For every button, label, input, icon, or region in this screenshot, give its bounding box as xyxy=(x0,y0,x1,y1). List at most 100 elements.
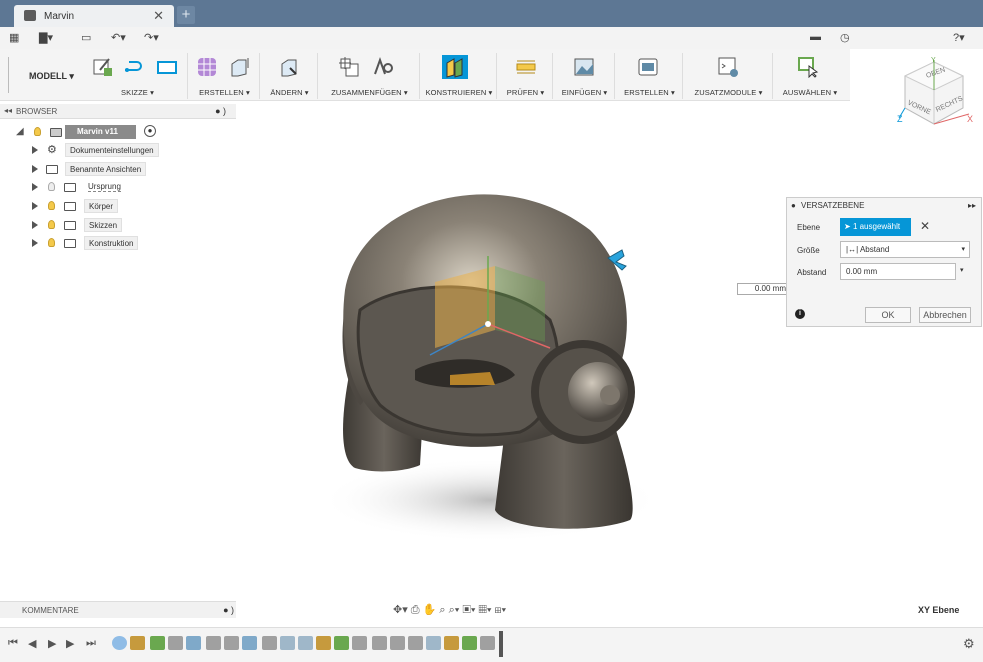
timeline-fillet-icon[interactable] xyxy=(426,636,441,650)
tree-root[interactable]: ◢ Marvin v11 ● xyxy=(14,125,234,141)
distance-value-input[interactable]: 0.00 mm xyxy=(737,283,789,295)
timeline-extrude-icon[interactable] xyxy=(480,636,495,650)
press-pull-icon[interactable] xyxy=(278,56,300,78)
new-component-icon[interactable] xyxy=(338,56,360,78)
timeline-fillet-icon[interactable] xyxy=(280,636,295,650)
root-component-label[interactable]: Marvin v11 xyxy=(65,125,136,139)
dialog-expand-icon[interactable]: ▸▸ xyxy=(968,201,976,210)
tree-item-construction[interactable]: Konstruktion xyxy=(30,236,230,252)
tree-item-origin[interactable]: Ursprung xyxy=(30,180,230,196)
viewcube[interactable]: OBEN VORNE RECHTS Y X Z xyxy=(893,56,975,136)
clear-selection-icon[interactable]: ✕ xyxy=(920,219,930,233)
visibility-bulb-icon[interactable] xyxy=(48,201,55,210)
visibility-bulb-icon[interactable] xyxy=(48,182,55,191)
expanded-icon[interactable]: ◢ xyxy=(16,126,24,137)
expand-icon[interactable] xyxy=(32,221,38,229)
timeline-extrude-icon[interactable] xyxy=(352,636,367,650)
timeline-play-icon[interactable]: ▶ xyxy=(48,637,56,650)
app-grid-icon[interactable]: ▦ xyxy=(9,31,19,44)
visibility-bulb-icon[interactable] xyxy=(48,220,55,229)
timeline-next-icon[interactable]: ▶ xyxy=(66,637,74,650)
timeline-sketch-icon[interactable] xyxy=(462,636,477,650)
visibility-bulb-icon[interactable] xyxy=(48,238,55,247)
redo-icon[interactable]: ↷▾ xyxy=(144,31,159,44)
timeline-extrude-icon[interactable] xyxy=(206,636,221,650)
create-sketch-icon[interactable] xyxy=(92,56,114,78)
rectangle-icon[interactable] xyxy=(156,56,178,78)
ribbon-group-assemble[interactable]: ZUSAMMENFÜGEN ▾ xyxy=(320,53,420,99)
timeline-extrude-icon[interactable] xyxy=(224,636,239,650)
expand-icon[interactable] xyxy=(32,146,38,154)
expand-icon[interactable] xyxy=(32,239,38,247)
timeline-extrude-icon[interactable] xyxy=(390,636,405,650)
ribbon-group-sketch[interactable]: SKIZZE ▾ xyxy=(88,53,188,99)
ribbon-group-insert[interactable]: EINFÜGEN ▾ xyxy=(555,53,615,99)
timeline-settings-gear-icon[interactable]: ⚙ xyxy=(963,636,975,652)
ribbon-group-modify[interactable]: ÄNDERN ▾ xyxy=(262,53,318,99)
new-tab-button[interactable]: + xyxy=(177,6,195,24)
tree-item-document-settings[interactable]: ⚙ Dokumenteinstellungen xyxy=(30,143,230,159)
activate-radio-icon[interactable]: ● xyxy=(144,125,156,137)
distance-dropdown-icon[interactable]: ▾ xyxy=(960,266,964,274)
timeline-extrude-icon[interactable] xyxy=(408,636,423,650)
help-icon[interactable]: ?▾ xyxy=(953,31,965,44)
ribbon-group-select[interactable]: AUSWÄHLEN ▾ xyxy=(775,53,845,99)
ribbon-group-construct[interactable]: KONSTRUIEREN ▾ xyxy=(422,53,497,99)
navigation-toolbar[interactable]: ✥▾ ⎙ ✋ ⌕ ⌕▾ ▣▾ ▦▾ ⊞▾ xyxy=(393,603,593,619)
tree-item-bodies[interactable]: Körper xyxy=(30,199,230,215)
browser-pin-icon[interactable]: ● ) xyxy=(215,106,226,116)
timeline-feature-icon[interactable] xyxy=(316,636,331,650)
plane-selection-button[interactable]: ➤ 1 ausgewählt xyxy=(840,218,911,236)
form-icon[interactable] xyxy=(196,56,218,78)
chat-icon[interactable]: ▬ xyxy=(810,31,821,43)
save-icon[interactable]: ▭ xyxy=(81,31,91,44)
render-icon[interactable] xyxy=(637,56,659,78)
size-type-select[interactable]: |↔| Abstand ▾ xyxy=(840,241,970,258)
model-viewport[interactable] xyxy=(300,170,660,550)
line-icon[interactable] xyxy=(123,56,145,78)
timeline-end-icon[interactable]: ⏭ xyxy=(86,637,96,650)
workspace-mode-button[interactable]: MODELL ▾ xyxy=(8,57,80,93)
timeline-extrude-icon[interactable] xyxy=(168,636,183,650)
comments-toggle-icon[interactable]: ● ) xyxy=(223,605,234,615)
dialog-collapse-icon[interactable]: ● xyxy=(791,201,796,210)
joint-icon[interactable] xyxy=(372,56,394,78)
offset-plane-icon[interactable] xyxy=(442,55,468,79)
file-menu-icon[interactable]: ▇▾ xyxy=(39,31,53,44)
timeline-extrude-icon[interactable] xyxy=(262,636,277,650)
timeline-move-icon[interactable] xyxy=(242,636,257,650)
distance-input[interactable]: 0.00 mm xyxy=(840,263,956,280)
timeline-move-icon[interactable] xyxy=(186,636,201,650)
insert-image-icon[interactable] xyxy=(573,56,595,78)
comments-panel[interactable]: KOMMENTARE ● ) xyxy=(0,601,236,618)
close-tab-icon[interactable]: ✕ xyxy=(153,8,164,24)
collapse-panel-icon[interactable]: ◂◂ xyxy=(4,106,12,115)
ribbon-group-inspect[interactable]: PRÜFEN ▾ xyxy=(499,53,553,99)
tree-item-sketches[interactable]: Skizzen xyxy=(30,218,230,234)
measure-icon[interactable] xyxy=(515,56,537,78)
ribbon-group-make[interactable]: ERSTELLEN ▾ xyxy=(617,53,683,99)
timeline-prev-icon[interactable]: ◀ xyxy=(28,637,36,650)
timeline-sketch-icon[interactable] xyxy=(150,636,165,650)
timeline-extrude-icon[interactable] xyxy=(372,636,387,650)
timeline-start-icon[interactable]: ⏮ xyxy=(8,637,18,650)
timeline-origin-icon[interactable] xyxy=(112,636,127,650)
timeline-feature-icon[interactable] xyxy=(130,636,145,650)
expand-icon[interactable] xyxy=(32,183,38,191)
ribbon-group-create[interactable]: ERSTELLEN ▾ xyxy=(190,53,260,99)
expand-icon[interactable] xyxy=(32,202,38,210)
timeline-fillet-icon[interactable] xyxy=(298,636,313,650)
extrude-icon[interactable] xyxy=(228,56,250,78)
timeline-sketch-icon[interactable] xyxy=(334,636,349,650)
clock-icon[interactable]: ◷ xyxy=(840,31,850,44)
visibility-bulb-icon[interactable] xyxy=(34,127,41,136)
timeline-marker[interactable] xyxy=(499,631,503,657)
undo-icon[interactable]: ↶▾ xyxy=(111,31,126,44)
document-tab[interactable]: Marvin ✕ xyxy=(14,5,174,27)
cancel-button[interactable]: Abbrechen xyxy=(919,307,971,323)
scripts-icon[interactable] xyxy=(717,56,739,78)
tree-item-named-views[interactable]: Benannte Ansichten xyxy=(30,162,230,178)
timeline-feature-icon[interactable] xyxy=(444,636,459,650)
ribbon-group-addins[interactable]: ZUSATZMODULE ▾ xyxy=(685,53,773,99)
expand-icon[interactable] xyxy=(32,165,38,173)
